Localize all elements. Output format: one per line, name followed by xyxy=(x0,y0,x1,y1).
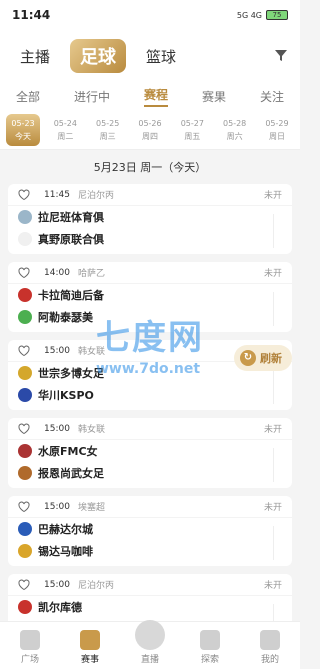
heart-icon[interactable] xyxy=(18,579,30,591)
match-status: 未开 xyxy=(263,191,282,201)
match-league: 尼泊尔丙 xyxy=(77,581,114,591)
date-item[interactable]: 05-23 今天 xyxy=(6,113,40,146)
match-status: 未开 xyxy=(263,503,282,513)
home-team: 巴赫达尔城 xyxy=(8,518,292,540)
date-item[interactable]: 05-28 周六 xyxy=(218,114,252,146)
match-header: 11:45 尼泊尔丙 未开 xyxy=(8,184,292,206)
status-bar: 11:44 5G 4G 75 xyxy=(0,0,300,30)
match-card[interactable]: 14:00 哈萨乙 未开 卡拉简迪后备 阿勒泰瑟美 xyxy=(8,262,292,332)
match-time: 15:00 xyxy=(44,423,70,434)
heart-icon[interactable] xyxy=(18,501,30,513)
heart-icon[interactable] xyxy=(18,267,30,279)
match-header: 15:00 埃塞超 未开 xyxy=(8,496,292,518)
divider xyxy=(273,448,274,482)
match-list: 11:45 尼泊尔丙 未开 拉尼班体育俱 真野原联合俱 14:00 哈萨乙 未开… xyxy=(0,184,300,644)
heart-icon[interactable] xyxy=(18,189,30,201)
match-league: 埃塞超 xyxy=(77,503,105,513)
team-logo-icon xyxy=(18,522,32,536)
status-icons: 5G 4G 75 xyxy=(237,10,288,20)
nav-me[interactable]: 我的 xyxy=(240,630,300,665)
battery-icon: 75 xyxy=(266,10,288,20)
subtab-all[interactable]: 全部 xyxy=(16,88,40,105)
home-team: 拉尼班体育俱 xyxy=(8,206,292,228)
divider xyxy=(273,370,274,404)
refresh-label: 刷新 xyxy=(260,352,282,365)
date-item[interactable]: 05-27 周五 xyxy=(175,114,209,146)
team-logo-icon xyxy=(18,232,32,246)
divider xyxy=(273,526,274,560)
match-time: 11:45 xyxy=(44,189,70,200)
away-team: 真野原联合俱 xyxy=(8,228,292,250)
date-item[interactable]: 05-24 周二 xyxy=(48,114,82,146)
subtab-follow[interactable]: 关注 xyxy=(260,88,284,105)
away-team: 阿勒泰瑟美 xyxy=(8,306,292,328)
match-league: 韩女联 xyxy=(77,425,105,435)
nav-plaza[interactable]: 广场 xyxy=(0,630,60,665)
user-icon xyxy=(260,630,280,650)
date-selector: 05-23 今天 05-24 周二 05-25 周三 05-26 周四 05-27 周五 … xyxy=(0,110,300,150)
nav-live[interactable]: 直播 xyxy=(120,620,180,665)
match-header: 15:00 尼泊尔丙 未开 xyxy=(8,574,292,596)
home-team: 卡拉简迪后备 xyxy=(8,284,292,306)
match-card[interactable]: 15:00 韩女联 未开 水原FMC女 报恩尚武女足 xyxy=(8,418,292,488)
match-card[interactable]: 15:00 埃塞超 未开 巴赫达尔城 锡达马咖啡 xyxy=(8,496,292,566)
tab-anchor[interactable]: 主播 xyxy=(14,42,56,71)
match-status: 未开 xyxy=(263,425,282,435)
match-card[interactable]: 11:45 尼泊尔丙 未开 拉尼班体育俱 真野原联合俱 xyxy=(8,184,292,254)
nav-events[interactable]: 赛事 xyxy=(60,630,120,665)
home-team: 凯尔库德 xyxy=(8,596,292,618)
tv-icon xyxy=(135,620,165,650)
sport-tabs: 主播 足球 篮球 xyxy=(0,30,300,82)
date-item[interactable]: 05-29 周日 xyxy=(260,114,294,146)
refresh-button[interactable]: ↻ 刷新 xyxy=(234,345,292,371)
team-logo-icon xyxy=(18,544,32,558)
subtab-schedule[interactable]: 赛程 xyxy=(143,86,168,107)
compass-icon xyxy=(200,630,220,650)
tab-basketball[interactable]: 篮球 xyxy=(140,42,182,71)
heart-icon[interactable] xyxy=(18,345,30,357)
nav-explore[interactable]: 探索 xyxy=(180,630,240,665)
match-league: 哈萨乙 xyxy=(77,269,105,279)
match-header: 15:00 韩女联 未开 xyxy=(8,418,292,440)
away-team: 报恩尚武女足 xyxy=(8,462,292,484)
team-logo-icon xyxy=(18,444,32,458)
match-time: 15:00 xyxy=(44,345,70,356)
match-time: 14:00 xyxy=(44,267,70,278)
team-logo-icon xyxy=(18,288,32,302)
filter-icon[interactable] xyxy=(274,48,288,62)
match-status: 未开 xyxy=(263,269,282,279)
team-logo-icon xyxy=(18,366,32,380)
bottom-nav: 广场 赛事 直播 探索 我的 xyxy=(0,620,300,669)
tab-football[interactable]: 足球 xyxy=(70,39,127,73)
away-team: 锡达马咖啡 xyxy=(8,540,292,562)
plaza-icon xyxy=(20,630,40,650)
subtab-live[interactable]: 进行中 xyxy=(74,88,110,105)
match-status-tabs: 全部 进行中 赛程 赛果 关注 xyxy=(0,82,300,110)
star-icon xyxy=(80,630,100,650)
signal-text: 5G 4G xyxy=(236,10,262,20)
team-logo-icon xyxy=(18,210,32,224)
status-time: 11:44 xyxy=(12,8,51,22)
date-item[interactable]: 05-26 周四 xyxy=(133,114,167,146)
date-item[interactable]: 05-25 周三 xyxy=(91,114,125,146)
divider xyxy=(273,292,274,326)
team-logo-icon xyxy=(18,466,32,480)
team-logo-icon xyxy=(18,310,32,324)
away-team: 华川KSPO xyxy=(8,384,292,406)
divider xyxy=(273,214,274,248)
match-league: 韩女联 xyxy=(77,347,105,357)
match-time: 15:00 xyxy=(44,579,70,590)
match-header: 14:00 哈萨乙 未开 xyxy=(8,262,292,284)
team-logo-icon xyxy=(18,388,32,402)
team-logo-icon xyxy=(18,600,32,614)
home-team: 水原FMC女 xyxy=(8,440,292,462)
heart-icon[interactable] xyxy=(18,423,30,435)
match-status: 未开 xyxy=(263,581,282,591)
match-league: 尼泊尔丙 xyxy=(77,191,114,201)
match-time: 15:00 xyxy=(44,501,70,512)
refresh-icon: ↻ xyxy=(240,350,256,366)
subtab-results[interactable]: 赛果 xyxy=(202,88,226,105)
day-header: 5月23日 周一（今天） xyxy=(93,161,207,174)
